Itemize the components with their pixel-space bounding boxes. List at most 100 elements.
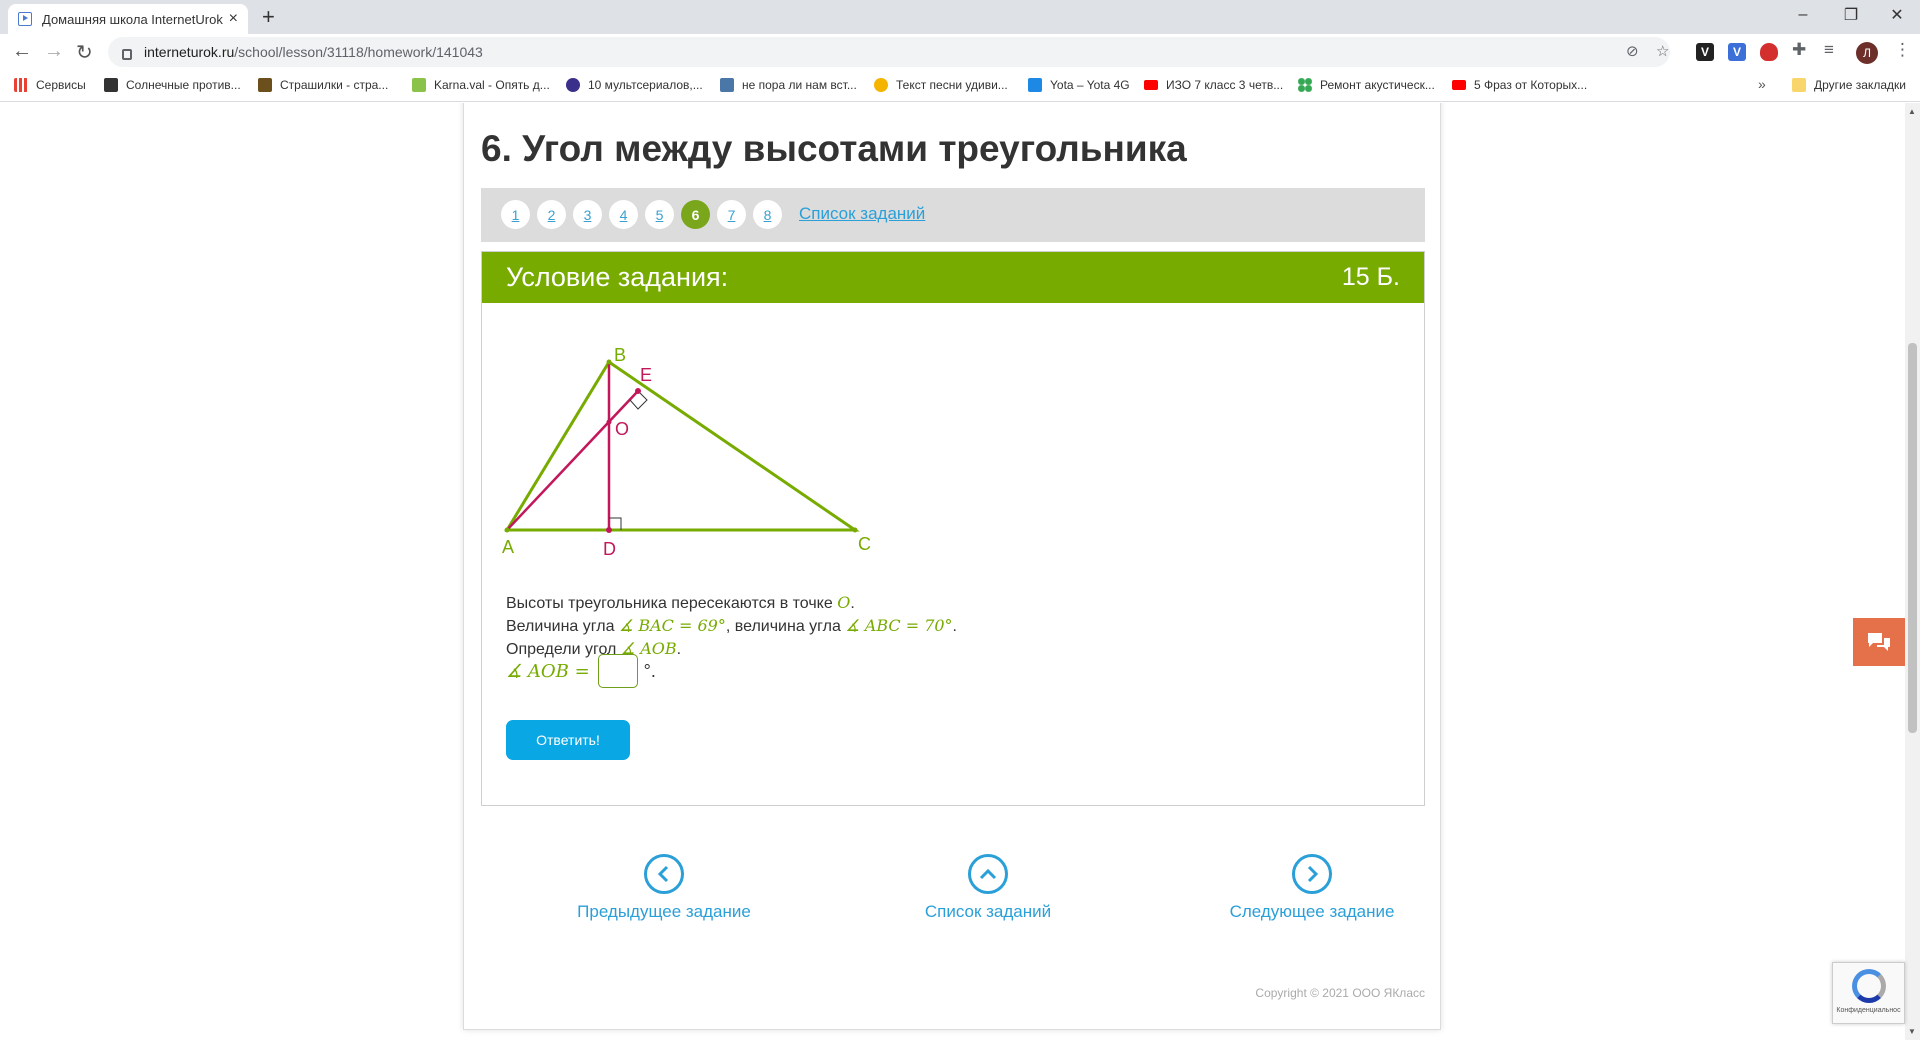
prev-task-link[interactable]: Предыдущее задание	[544, 854, 784, 922]
play-favicon-icon	[18, 12, 32, 26]
chat-button[interactable]	[1853, 618, 1905, 666]
bookmark-label: Страшилки - стра...	[280, 78, 389, 92]
task-pager: 1 2 3 4 5 6 7 8 Список заданий	[481, 188, 1425, 242]
reload-icon[interactable]: ↻	[76, 40, 93, 65]
point-c	[852, 527, 858, 533]
prev-task-label: Предыдущее задание	[577, 902, 751, 921]
bookmark-item[interactable]: Страшилки - стра...	[258, 78, 388, 92]
chat-bubbles-icon	[1868, 633, 1890, 651]
tab-close-icon[interactable]: ×	[229, 10, 238, 28]
youtube-icon	[1452, 80, 1466, 90]
v-extension-icon[interactable]: V	[1696, 43, 1714, 61]
address-bar[interactable]: interneturok.ru/school/lesson/31118/home…	[108, 37, 1670, 67]
recaptcha-logo-icon	[1851, 969, 1886, 1003]
condition-title: Условие задания:	[506, 262, 729, 292]
math-expression: ∡ BAC = 69°	[618, 616, 726, 635]
point-e	[635, 388, 641, 394]
bookmark-item[interactable]: Ремонт акустическ...	[1298, 78, 1435, 92]
label-c: C	[858, 534, 871, 554]
restore-button[interactable]: ❐	[1828, 0, 1874, 30]
url-path: /school/lesson/31118/homework/141043	[234, 44, 483, 60]
bookmark-label: Yota – Yota 4G	[1050, 78, 1130, 92]
task-list-link[interactable]: Список заданий	[799, 204, 925, 224]
vk-icon	[720, 78, 734, 92]
bookmark-label: Ремонт акустическ...	[1320, 78, 1435, 92]
new-tab-button[interactable]: +	[262, 4, 275, 30]
scroll-thumb[interactable]	[1908, 343, 1917, 733]
shield-extension-icon[interactable]	[1760, 43, 1778, 61]
recaptcha-badge[interactable]: Конфиденциальнос	[1832, 962, 1905, 1024]
note-icon	[874, 78, 888, 92]
bookmark-item[interactable]: Yota – Yota 4G	[1028, 78, 1130, 92]
tab-title: Домашняя школа InternetUrok.r	[42, 11, 223, 27]
statement-line-1: Высоты треугольника пересекаются в точке…	[506, 592, 957, 615]
minimize-button[interactable]: –	[1780, 0, 1826, 30]
bookmark-label: Karna.val - Опять д...	[434, 78, 550, 92]
scroll-down-arrow-icon[interactable]: ▼	[1908, 1027, 1916, 1036]
pager-item[interactable]: 2	[537, 200, 566, 229]
tab-strip: Домашняя школа InternetUrok.r × + – ❐ ✕	[0, 0, 1920, 34]
bookmark-label: Солнечные против...	[126, 78, 241, 92]
math-expression: O	[837, 593, 851, 612]
folder-icon	[1792, 78, 1806, 92]
answer-input[interactable]	[597, 654, 638, 688]
other-bookmarks-label: Другие закладки	[1814, 78, 1906, 92]
bookmark-label: ИЗО 7 класс 3 четв...	[1166, 78, 1284, 92]
translate-off-icon[interactable]: ⊘	[1626, 42, 1639, 60]
point-d	[606, 527, 612, 533]
reading-list-icon[interactable]: ≡	[1824, 40, 1834, 60]
pager-item[interactable]: 4	[609, 200, 638, 229]
star-icon[interactable]: ☆	[1656, 42, 1669, 60]
bookmark-label: Текст песни удиви...	[896, 78, 1008, 92]
pager-item[interactable]: 7	[717, 200, 746, 229]
v-blue-extension-icon[interactable]: V	[1728, 43, 1746, 61]
back-arrow-icon[interactable]: ←	[12, 40, 32, 63]
other-bookmarks-folder[interactable]: Другие закладки	[1792, 78, 1906, 92]
bookmark-item[interactable]: Текст песни удиви...	[874, 78, 1008, 92]
pager-item[interactable]: 1	[501, 200, 530, 229]
puzzle-extensions-icon[interactable]: ✚	[1792, 40, 1806, 60]
answer-math-label: ∡ AOB =	[506, 660, 590, 682]
math-expression: ∡ ABC = 70°	[845, 616, 953, 635]
pager-item[interactable]: 5	[645, 200, 674, 229]
bookmark-item[interactable]: Karna.val - Опять д...	[412, 78, 550, 92]
apps-grid-icon	[14, 78, 28, 92]
statement-text: .	[952, 618, 957, 635]
bookmark-item[interactable]: 5 Фраз от Которых...	[1452, 78, 1587, 92]
chevron-right-icon	[1292, 854, 1332, 894]
pager-item[interactable]: 8	[753, 200, 782, 229]
answer-row: ∡ AOB = °.	[506, 654, 656, 688]
bookmark-item[interactable]: Солнечные против...	[104, 78, 241, 92]
task-card: 6. Угол между высотами треугольника 1 2 …	[463, 103, 1441, 1030]
recaptcha-text: Конфиденциальнос	[1836, 1007, 1901, 1014]
forward-arrow-icon[interactable]: →	[44, 40, 64, 63]
statement-line-2: Величина угла ∡ BAC = 69°, величина угла…	[506, 615, 957, 638]
point-b	[606, 359, 612, 365]
more-bookmarks-chevron-icon[interactable]: »	[1758, 76, 1766, 92]
bookmark-item[interactable]: Сервисы	[14, 78, 86, 92]
browser-toolbar: ← → ↻ interneturok.ru/school/lesson/3111…	[0, 34, 1920, 70]
page-title: 6. Угол между высотами треугольника	[481, 128, 1187, 169]
pager-item-active[interactable]: 6	[681, 200, 710, 229]
label-a: A	[502, 537, 514, 557]
menu-kebab-icon[interactable]: ⋮	[1894, 40, 1911, 60]
pager-item[interactable]: 3	[573, 200, 602, 229]
profile-avatar[interactable]: Л	[1856, 42, 1878, 64]
url-host: interneturok.ru	[144, 44, 235, 60]
bookmark-item[interactable]: ИЗО 7 класс 3 четв...	[1144, 78, 1283, 92]
browser-tab[interactable]: Домашняя школа InternetUrok.r ×	[8, 4, 248, 34]
bookmark-item[interactable]: 10 мультсериалов,...	[566, 78, 703, 92]
page-scrollbar[interactable]: ▲ ▼	[1905, 103, 1920, 1040]
yota-icon	[1028, 78, 1042, 92]
statement-text: Высоты треугольника пересекаются в точке	[506, 595, 838, 612]
bookmark-label: Сервисы	[36, 78, 86, 92]
task-list-nav-link[interactable]: Список заданий	[868, 854, 1108, 922]
condition-box: Условие задания: 15 Б. A B C D E O Высот…	[481, 251, 1425, 806]
problem-statement: Высоты треугольника пересекаются в точке…	[506, 592, 957, 661]
bookmark-item[interactable]: не пора ли нам вст...	[720, 78, 857, 92]
point-a	[504, 527, 510, 533]
submit-answer-button[interactable]: Ответить!	[506, 720, 630, 760]
close-window-button[interactable]: ✕	[1874, 0, 1920, 30]
next-task-link[interactable]: Следующее задание	[1192, 854, 1432, 922]
scroll-up-arrow-icon[interactable]: ▲	[1908, 107, 1916, 116]
